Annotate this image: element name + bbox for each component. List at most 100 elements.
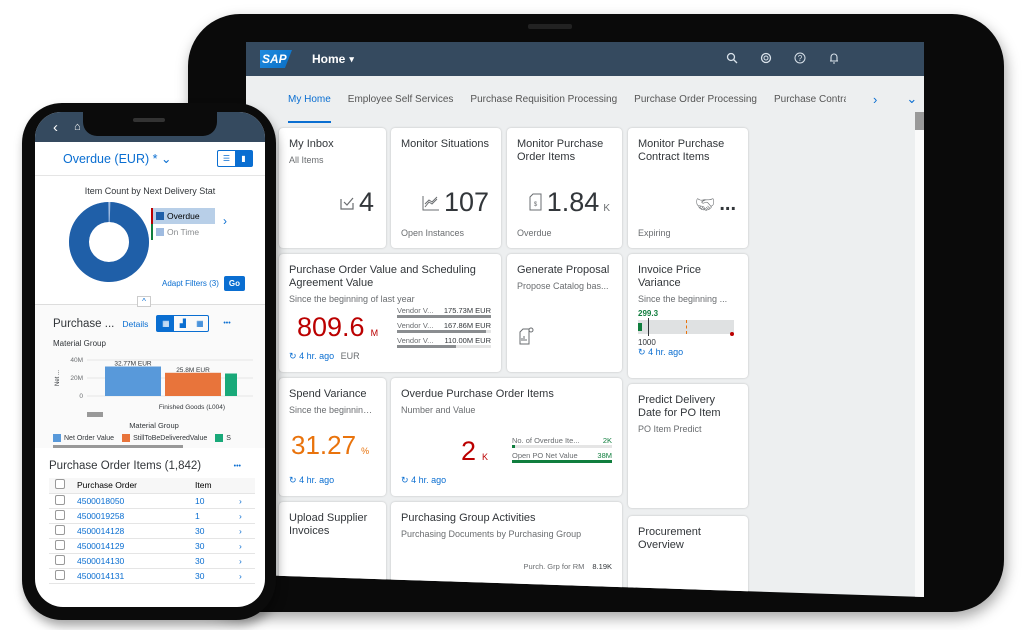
- tile-footer: Overdue: [517, 228, 552, 238]
- refresh-icon[interactable]: ↻: [401, 475, 409, 485]
- bar-chart-icon[interactable]: ▟: [174, 316, 191, 331]
- legend-label: S: [226, 434, 231, 442]
- bar-label: Vendor V...: [397, 336, 434, 345]
- row-navigate-icon[interactable]: ›: [233, 508, 255, 524]
- row-checkbox[interactable]: [49, 508, 71, 524]
- sap-logo[interactable]: SAP: [260, 50, 292, 68]
- chart-bar[interactable]: [105, 366, 161, 396]
- row-checkbox[interactable]: [49, 523, 71, 539]
- tile-predict-delivery-date[interactable]: Predict Delivery Date for PO Item PO Ite…: [628, 384, 748, 508]
- tile-invoice-price-variance[interactable]: Invoice Price Variance Since the beginni…: [628, 254, 748, 378]
- legend-item[interactable]: StillToBeDeliveredValue: [122, 434, 207, 442]
- purchase-order-link[interactable]: 4500014131: [71, 568, 189, 584]
- tile-po-value[interactable]: Purchase Order Value and Scheduling Agre…: [279, 254, 501, 372]
- table-row[interactable]: 4500014128 30 ›: [49, 523, 255, 539]
- variant-selector[interactable]: Overdue (EUR) * ⌄: [63, 151, 171, 166]
- material-group-chart[interactable]: Net ... 40M 20M 0 32.77M EUR 25.8M EUR Finishe…: [53, 352, 253, 418]
- tab-purchase-contracts[interactable]: Purchase Contra: [774, 88, 846, 111]
- purchase-order-link[interactable]: 4500014130: [71, 553, 189, 569]
- tab-purchase-requisition-processing[interactable]: Purchase Requisition Processing: [470, 88, 617, 111]
- refresh-icon[interactable]: ↻: [289, 475, 297, 485]
- donut-chart[interactable]: [69, 202, 149, 282]
- notifications-copilot-icon[interactable]: [760, 52, 772, 67]
- collapse-header-icon[interactable]: ^: [137, 296, 151, 307]
- tile-spend-variance[interactable]: Spend Variance Since the beginning ... 3…: [279, 378, 386, 496]
- row-navigate-icon[interactable]: ›: [233, 523, 255, 539]
- more-icon[interactable]: •••: [234, 463, 241, 470]
- back-icon[interactable]: ‹: [53, 119, 58, 136]
- row-checkbox[interactable]: [49, 553, 71, 569]
- refresh-time: 4 hr. ago: [299, 475, 335, 485]
- page-scrollbar[interactable]: [915, 112, 924, 597]
- home-icon[interactable]: ⌂: [74, 121, 81, 133]
- row-navigate-icon[interactable]: ›: [233, 568, 255, 584]
- bell-icon[interactable]: [828, 52, 840, 67]
- column-chart-icon[interactable]: ▦: [157, 316, 175, 331]
- scrollbar-thumb[interactable]: [915, 112, 924, 130]
- legend-swatch: [122, 434, 131, 442]
- svg-text:$: $: [534, 202, 538, 208]
- legend-on-time[interactable]: On Time: [151, 224, 215, 240]
- column-header-item[interactable]: Item: [189, 478, 233, 494]
- tab-purchase-order-processing[interactable]: Purchase Order Processing: [634, 88, 757, 111]
- legend-item[interactable]: S: [215, 434, 231, 442]
- table-row[interactable]: 4500014131 30 ›: [49, 568, 255, 584]
- tile-subtitle: Number and Value: [401, 405, 476, 415]
- row-navigate-icon[interactable]: ›: [233, 538, 255, 554]
- chart-scrollbar-thumb[interactable]: [87, 412, 103, 417]
- refresh-icon[interactable]: ↻: [289, 351, 297, 361]
- shell-bar: SAP Home ▾ ?: [246, 42, 924, 76]
- table-row[interactable]: 4500018050 10 ›: [49, 493, 255, 509]
- refresh-icon[interactable]: ↻: [638, 347, 646, 357]
- chart-bar[interactable]: [225, 373, 237, 397]
- handshake-icon: 🤝︎: [695, 197, 716, 214]
- tabs-next-icon[interactable]: ›: [873, 92, 877, 107]
- tile-generate-proposal[interactable]: Generate Proposal Propose Catalog bas...: [507, 254, 622, 372]
- more-icon[interactable]: •••: [223, 320, 230, 327]
- search-icon[interactable]: [726, 52, 738, 67]
- row-navigate-icon[interactable]: ›: [233, 493, 255, 509]
- purchase-order-link[interactable]: 4500014128: [71, 523, 189, 539]
- tile-monitor-contract-items[interactable]: Monitor Purchase Contract Items 🤝︎ ... E…: [628, 128, 748, 248]
- overdue-comparison-bars: No. of Overdue Ite... 2K Open PO Net Value…: [512, 436, 612, 466]
- purchase-order-link[interactable]: 4500014129: [71, 538, 189, 554]
- tile-my-inbox[interactable]: My Inbox All Items 4: [279, 128, 386, 248]
- card-title: Purchase ...: [53, 317, 115, 330]
- table-row[interactable]: 4500019258 1 ›: [49, 508, 255, 524]
- details-link[interactable]: Details: [122, 319, 148, 329]
- chevron-right-icon[interactable]: ›: [223, 214, 227, 228]
- row-checkbox[interactable]: [49, 493, 71, 509]
- tile-footer: Expiring: [638, 228, 671, 238]
- item-number: 30: [189, 523, 233, 539]
- legend-overdue[interactable]: Overdue: [153, 208, 215, 224]
- tile-footer: Open Instances: [401, 228, 465, 238]
- table-row[interactable]: 4500014129 30 ›: [49, 538, 255, 554]
- table-view-icon[interactable]: ☰: [218, 151, 235, 166]
- row-checkbox[interactable]: [49, 538, 71, 554]
- document-money-icon: $: [529, 193, 543, 216]
- tile-monitor-situations[interactable]: Monitor Situations 107 Open Instances: [391, 128, 501, 248]
- chart-view-icon[interactable]: ▮: [235, 151, 252, 166]
- row-navigate-icon[interactable]: ›: [233, 553, 255, 569]
- tile-title: Upload Supplier Invoices: [289, 512, 368, 537]
- legend-item[interactable]: Net Order Value: [53, 434, 114, 442]
- tab-employee-self-services[interactable]: Employee Self Services: [348, 88, 454, 111]
- help-icon[interactable]: ?: [794, 52, 806, 67]
- grid-icon[interactable]: ▦: [191, 316, 208, 331]
- table-row[interactable]: 4500014130 30 ›: [49, 553, 255, 569]
- chart-bar[interactable]: [165, 372, 221, 396]
- tile-procurement-overview[interactable]: Procurement Overview: [628, 516, 748, 597]
- tab-my-home[interactable]: My Home: [288, 88, 331, 123]
- purchase-order-link[interactable]: 4500018050: [71, 493, 189, 509]
- tile-overdue-po-items[interactable]: Overdue Purchase Order Items Number and …: [391, 378, 622, 496]
- column-header-purchase-order[interactable]: Purchase Order: [71, 478, 189, 494]
- target-value: 1000: [638, 338, 656, 347]
- tile-monitor-po-items[interactable]: Monitor Purchase Order Items $ 1.84 K Ov…: [507, 128, 622, 248]
- tile-title: Purchasing Group Activities: [401, 512, 536, 524]
- bar-label: No. of Overdue Ite...: [512, 436, 580, 445]
- home-menu-button[interactable]: Home ▾: [312, 52, 354, 66]
- tabs-overflow-icon[interactable]: ⌄: [906, 91, 917, 107]
- row-checkbox[interactable]: [49, 568, 71, 584]
- purchase-order-link[interactable]: 4500019258: [71, 508, 189, 524]
- select-all-checkbox[interactable]: [49, 478, 71, 494]
